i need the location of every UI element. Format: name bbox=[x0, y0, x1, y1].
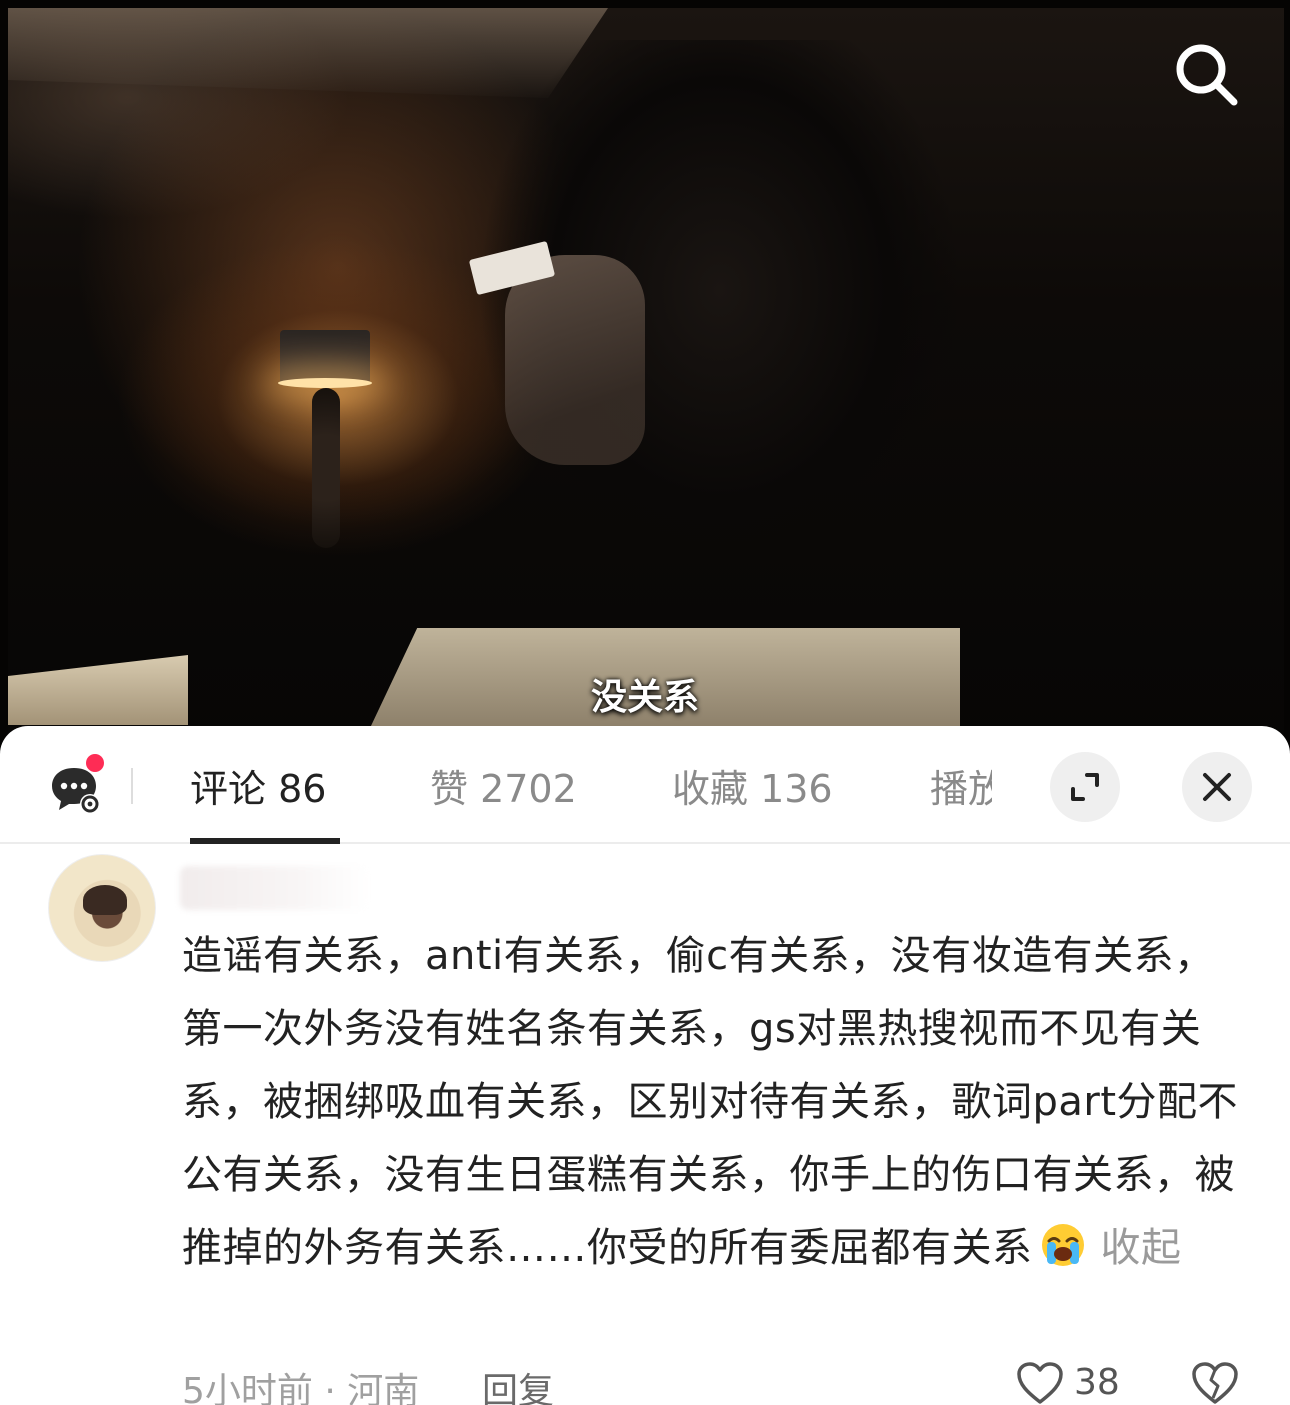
expand-icon bbox=[1071, 773, 1099, 801]
comment-text-block: 造谣有关系，anti有关系，偷c有关系，没有妆造有关系，第一次外务没有姓名条有关… bbox=[182, 920, 1252, 1285]
crying-face-icon bbox=[1041, 1224, 1084, 1266]
close-button[interactable] bbox=[1182, 752, 1252, 822]
avatar-hair bbox=[83, 885, 127, 915]
collapse-link[interactable]: 收起 bbox=[1101, 1225, 1182, 1271]
tab-comments[interactable]: 评论 86 bbox=[190, 758, 326, 813]
video-lampshade bbox=[280, 330, 370, 385]
video-subtitle: 没关系 bbox=[590, 677, 699, 718]
heart-icon bbox=[1017, 1362, 1063, 1404]
comment-item: 造谣有关系，anti有关系，偷c有关系，没有妆造有关系，第一次外务没有姓名条有关… bbox=[0, 844, 1290, 1405]
tab-divider bbox=[131, 768, 133, 804]
avatar[interactable] bbox=[48, 854, 156, 962]
tab-plays[interactable]: 播放 bbox=[930, 758, 992, 808]
dislike-button[interactable] bbox=[1190, 1360, 1240, 1405]
comment-meta: 5小时前 · 河南 bbox=[182, 1371, 420, 1405]
username-blurred[interactable] bbox=[180, 866, 370, 910]
tab-plays-clip: 播放 bbox=[930, 758, 992, 808]
expand-button[interactable] bbox=[1050, 752, 1120, 822]
chat-button[interactable] bbox=[48, 754, 104, 818]
tab-favorites[interactable]: 收藏 136 bbox=[672, 758, 833, 813]
search-button[interactable] bbox=[1168, 36, 1244, 112]
video-hand bbox=[505, 255, 645, 465]
video-player[interactable]: 没关系 bbox=[0, 0, 1290, 760]
tab-likes[interactable]: 赞 2702 bbox=[430, 758, 577, 813]
broken-heart-icon bbox=[1192, 1362, 1238, 1404]
comment-sheet: 评论 86 赞 2702 收藏 136 播放 造谣有关系，anti有关系，偷c有… bbox=[0, 726, 1290, 1405]
video-lamp-base bbox=[312, 388, 340, 548]
search-icon bbox=[1176, 44, 1238, 106]
reply-button[interactable]: 回复 bbox=[482, 1362, 554, 1405]
notification-dot bbox=[86, 754, 104, 772]
video-lamp-glow bbox=[278, 378, 372, 388]
like-button[interactable] bbox=[1015, 1360, 1065, 1405]
like-count: 38 bbox=[1074, 1362, 1120, 1403]
close-icon bbox=[1203, 773, 1231, 801]
tab-bar: 评论 86 赞 2702 收藏 136 播放 bbox=[0, 726, 1290, 844]
